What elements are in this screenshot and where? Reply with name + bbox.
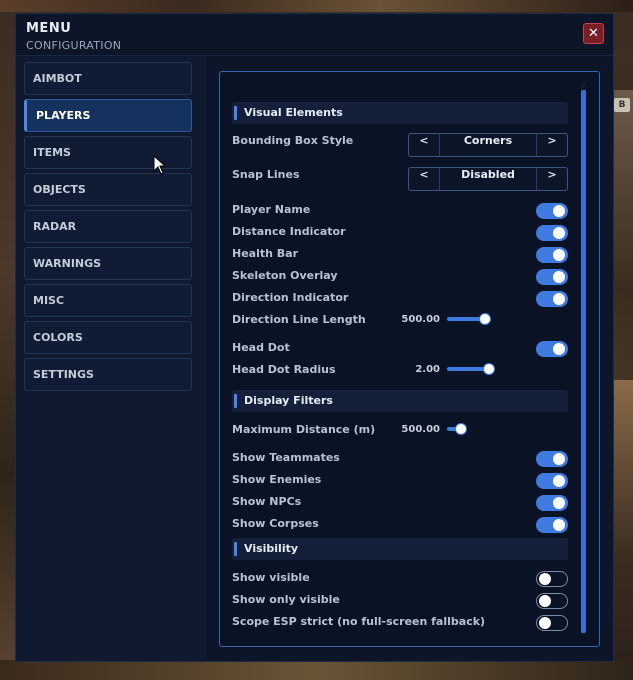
head-dot-radius-label: Head Dot Radius <box>232 363 336 376</box>
scope-esp-strict-toggle[interactable] <box>536 615 568 631</box>
show-teammates-toggle[interactable] <box>536 451 568 467</box>
bounding-box-next-button[interactable]: > <box>536 134 567 156</box>
show-only-visible-label: Show only visible <box>232 593 340 606</box>
distance-indicator-label: Distance Indicator <box>232 225 346 238</box>
close-button[interactable]: ✕ <box>583 23 604 44</box>
window-subtitle: CONFIGURATION <box>26 39 122 52</box>
section-accent-bar <box>234 542 237 556</box>
show-enemies-label: Show Enemies <box>232 473 322 486</box>
scope-esp-strict-label: Scope ESP strict (no full-screen fallbac… <box>232 615 486 628</box>
mouse-cursor-icon <box>153 155 167 175</box>
player-name-label: Player Name <box>232 203 311 216</box>
show-corpses-label: Show Corpses <box>232 517 319 530</box>
head-dot-radius-value: 2.00 <box>415 364 440 375</box>
direction-indicator-toggle[interactable] <box>536 291 568 307</box>
snap-lines-next-button[interactable]: > <box>536 168 567 190</box>
skeleton-overlay-label: Skeleton Overlay <box>232 269 338 282</box>
sidebar-item-objects[interactable]: OBJECTS <box>24 173 192 206</box>
section-title: Visibility <box>244 542 299 555</box>
section-visibility: Visibility <box>232 538 568 560</box>
config-window: MENU CONFIGURATION ✕ AIMBOT PLAYERS ITEM… <box>15 13 614 662</box>
scrollbar-thumb[interactable] <box>581 90 586 633</box>
sidebar-item-warnings[interactable]: WARNINGS <box>24 247 192 280</box>
sidebar-item-players[interactable]: PLAYERS <box>24 99 192 132</box>
head-dot-radius-slider[interactable] <box>447 363 497 375</box>
section-visual-elements: Visual Elements <box>232 102 568 124</box>
health-bar-label: Health Bar <box>232 247 299 260</box>
snap-lines-label: Snap Lines <box>232 168 300 181</box>
show-npcs-toggle[interactable] <box>536 495 568 511</box>
snap-lines-value: Disabled <box>461 168 515 181</box>
background-right-upper <box>612 90 633 290</box>
sidebar-item-colors[interactable]: COLORS <box>24 321 192 354</box>
sidebar: AIMBOT PLAYERS ITEMS OBJECTS RADAR WARNI… <box>16 56 206 661</box>
section-title: Visual Elements <box>244 106 343 119</box>
direction-line-length-value: 500.00 <box>401 314 440 325</box>
direction-line-length-slider[interactable] <box>447 313 497 325</box>
bounding-box-prev-button[interactable]: < <box>409 134 440 156</box>
health-bar-toggle[interactable] <box>536 247 568 263</box>
maximum-distance-label: Maximum Distance (m) <box>232 423 376 436</box>
bounding-box-style-label: Bounding Box Style <box>232 134 354 147</box>
players-settings-panel: Visual Elements Bounding Box Style < Cor… <box>219 71 600 647</box>
background-bottom <box>0 660 633 680</box>
direction-line-length-label: Direction Line Length <box>232 313 366 326</box>
show-enemies-toggle[interactable] <box>536 473 568 489</box>
background-top <box>0 0 633 12</box>
head-dot-toggle[interactable] <box>536 341 568 357</box>
head-dot-label: Head Dot <box>232 341 290 354</box>
distance-indicator-toggle[interactable] <box>536 225 568 241</box>
window-title: MENU <box>26 21 72 36</box>
skeleton-overlay-toggle[interactable] <box>536 269 568 285</box>
snap-lines-selector: < Disabled > <box>408 167 568 191</box>
section-accent-bar <box>234 394 237 408</box>
show-teammates-label: Show Teammates <box>232 451 340 464</box>
sidebar-item-aimbot[interactable]: AIMBOT <box>24 62 192 95</box>
section-accent-bar <box>234 106 237 120</box>
show-visible-toggle[interactable] <box>536 571 568 587</box>
snap-lines-prev-button[interactable]: < <box>409 168 440 190</box>
background-right-lower <box>612 380 633 680</box>
show-visible-label: Show visible <box>232 571 310 584</box>
section-display-filters: Display Filters <box>232 390 568 412</box>
maximum-distance-slider[interactable] <box>447 423 497 435</box>
sidebar-item-misc[interactable]: MISC <box>24 284 192 317</box>
player-name-toggle[interactable] <box>536 203 568 219</box>
show-only-visible-toggle[interactable] <box>536 593 568 609</box>
background-sign: B <box>614 98 630 112</box>
show-npcs-label: Show NPCs <box>232 495 302 508</box>
direction-indicator-label: Direction Indicator <box>232 291 349 304</box>
maximum-distance-value: 500.00 <box>401 424 440 435</box>
section-title: Display Filters <box>244 394 333 407</box>
sidebar-item-radar[interactable]: RADAR <box>24 210 192 243</box>
close-icon: ✕ <box>588 26 599 41</box>
bounding-box-style-value: Corners <box>463 134 513 147</box>
show-corpses-toggle[interactable] <box>536 517 568 533</box>
bounding-box-style-selector: < Corners > <box>408 133 568 157</box>
sidebar-item-settings[interactable]: SETTINGS <box>24 358 192 391</box>
